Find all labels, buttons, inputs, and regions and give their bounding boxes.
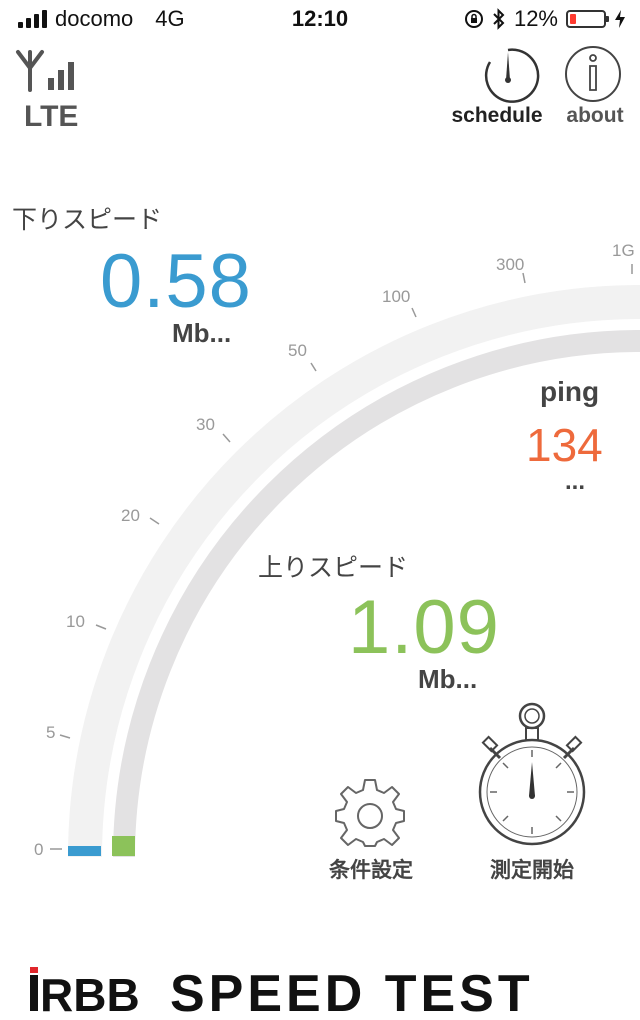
gauge-tick-label-300: 300	[496, 255, 524, 274]
footer-brand: RBB	[40, 969, 140, 1015]
footer-logo: RBB SPEED TEST	[30, 965, 620, 1020]
ping-label: ping	[540, 376, 600, 407]
download-label: 下りスピード	[12, 206, 163, 234]
gauge-tick-label-5: 5	[46, 723, 55, 742]
download-value: 0.58	[100, 239, 252, 324]
settings-label: 条件設定	[329, 859, 413, 882]
gauge-tick-label-10: 10	[66, 612, 85, 631]
upload-label: 上りスピード	[258, 554, 409, 582]
gauge-tick-label-50: 50	[288, 341, 307, 360]
ping-unit: ...	[565, 468, 586, 495]
gauge-tick-label-100: 100	[382, 287, 410, 306]
footer-title: SPEED TEST	[170, 965, 534, 1015]
stopwatch-icon	[478, 702, 586, 846]
gauge-tick-label-1g: 1G	[612, 241, 635, 260]
rbb-speedtest-logo: RBB SPEED TEST	[30, 965, 534, 1020]
gauge-tick-label-30: 30	[196, 415, 215, 434]
download-gauge-progress	[68, 846, 101, 856]
gear-icon	[335, 779, 405, 847]
start-test-button[interactable]: 測定開始	[470, 700, 594, 890]
ping-value: 134	[526, 419, 603, 471]
upload-value: 1.09	[348, 585, 500, 670]
gauge-tick-label-0: 0	[34, 840, 43, 859]
settings-button[interactable]: 条件設定	[318, 772, 424, 888]
download-unit: Mb...	[172, 318, 232, 348]
gauge-tick-label-20: 20	[121, 506, 140, 525]
upload-unit: Mb...	[418, 664, 478, 694]
start-test-label: 測定開始	[490, 859, 574, 882]
upload-gauge-progress	[112, 836, 135, 856]
